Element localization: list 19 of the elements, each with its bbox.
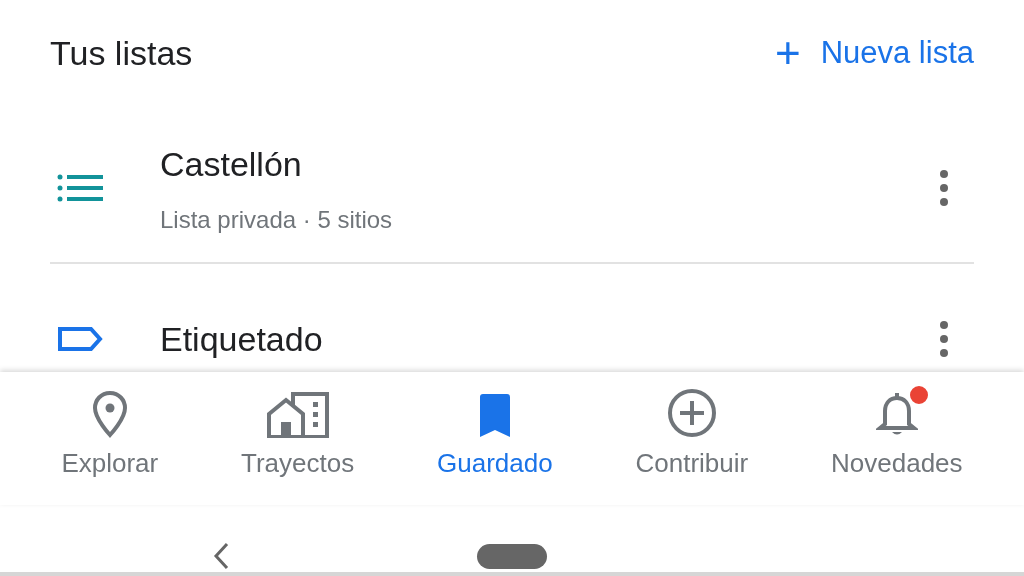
list-title[interactable]: Castellón [160, 138, 939, 190]
home-handle[interactable] [477, 544, 547, 569]
label-icon [57, 326, 103, 352]
list-title[interactable]: Etiquetado [160, 313, 939, 365]
list-icon [57, 174, 103, 202]
nav-tab[interactable]: Novedades [831, 388, 963, 483]
new-list-button[interactable]: + Nueva lista [774, 29, 974, 77]
nav-tab[interactable]: Contribuir [635, 388, 749, 483]
nav-tab[interactable]: Guardado [437, 388, 553, 483]
more-options-icon[interactable] [939, 170, 949, 206]
add-circle-icon [666, 388, 717, 438]
location-pin-icon [91, 390, 128, 438]
section-title: Tus listas [50, 32, 193, 74]
list-details: Lista privada · 5 sitios [160, 204, 394, 235]
buildings-icon [266, 392, 329, 438]
nav-tab[interactable]: Explorar [61, 388, 159, 483]
back-icon[interactable] [212, 542, 230, 570]
nav-tab[interactable]: Trayectos [241, 388, 355, 483]
more-options-icon[interactable] [939, 321, 949, 357]
